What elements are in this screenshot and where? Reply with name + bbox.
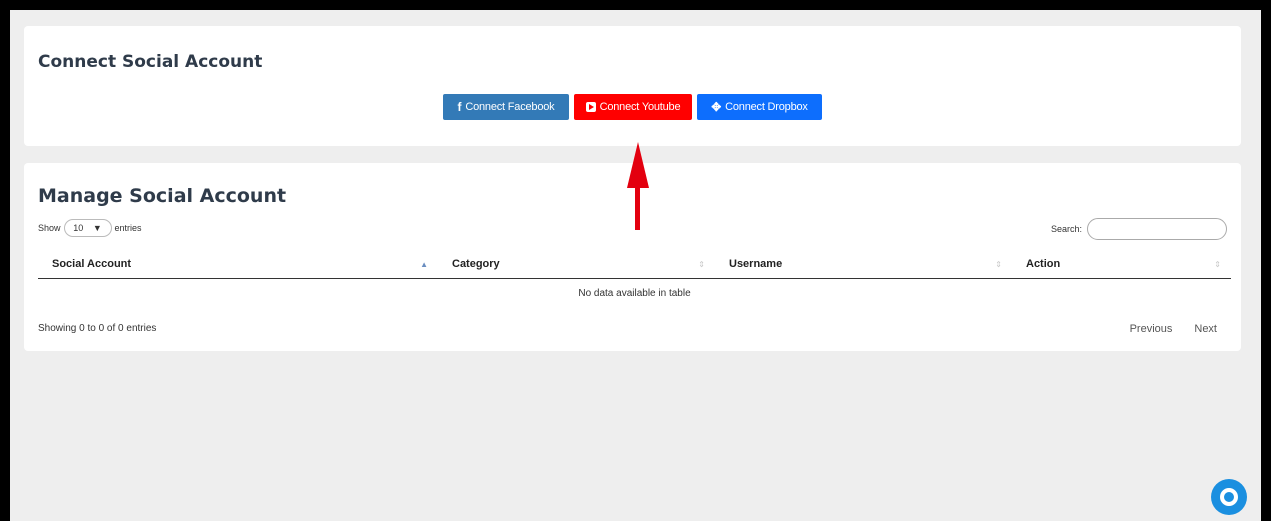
empty-table-message: No data available in table: [578, 287, 691, 299]
pagination: Previous Next: [1130, 323, 1217, 335]
page-length-value: 10: [73, 223, 84, 233]
column-header-action[interactable]: Action ⇕: [1012, 250, 1231, 278]
column-label: Social Account: [52, 258, 132, 270]
sort-icon: ⇕: [1214, 259, 1221, 269]
annotation-arrow-head: [627, 142, 649, 188]
connect-section-title: Connect Social Account: [38, 52, 263, 72]
dropbox-icon: ✥: [711, 100, 722, 114]
help-button[interactable]: [1211, 479, 1247, 515]
table-search: Search:: [1051, 218, 1227, 240]
column-header-social-account[interactable]: Social Account ▲: [38, 250, 438, 278]
previous-page-button[interactable]: Previous: [1130, 323, 1173, 335]
table-header-row: Social Account ▲ Category ⇕ Username ⇕ A…: [38, 250, 1231, 279]
connect-facebook-button[interactable]: f Connect Facebook: [443, 94, 569, 120]
lifebuoy-icon: [1220, 488, 1238, 506]
connect-youtube-label: Connect Youtube: [599, 101, 681, 113]
sort-icon: ⇕: [995, 259, 1002, 269]
page-length-control: Show 10 ▼ entries: [38, 219, 142, 237]
column-header-username[interactable]: Username ⇕: [715, 250, 1012, 278]
show-label: Show: [38, 223, 61, 233]
connect-dropbox-label: Connect Dropbox: [725, 101, 808, 113]
connect-youtube-button[interactable]: Connect Youtube: [574, 94, 692, 120]
column-label: Username: [729, 258, 783, 270]
facebook-icon: f: [457, 100, 462, 114]
column-header-category[interactable]: Category ⇕: [438, 250, 715, 278]
manage-social-account-card: Manage Social Account Show 10 ▼ entries …: [24, 163, 1241, 351]
connect-social-account-card: Connect Social Account f Connect Faceboo…: [24, 26, 1241, 146]
table-info: Showing 0 to 0 of 0 entries: [38, 323, 157, 334]
next-page-button[interactable]: Next: [1194, 323, 1217, 335]
chevron-down-icon: ▼: [92, 223, 102, 233]
connect-dropbox-button[interactable]: ✥ Connect Dropbox: [697, 94, 822, 120]
column-label: Category: [452, 258, 500, 270]
manage-section-title: Manage Social Account: [38, 185, 287, 207]
search-input[interactable]: [1087, 218, 1227, 240]
social-accounts-table: Social Account ▲ Category ⇕ Username ⇕ A…: [38, 250, 1231, 307]
page-frame: Connect Social Account f Connect Faceboo…: [10, 10, 1261, 521]
connect-facebook-label: Connect Facebook: [465, 101, 555, 113]
search-label: Search:: [1050, 224, 1082, 234]
annotation-arrow-shaft: [635, 186, 640, 230]
page-length-select[interactable]: 10 ▼: [63, 219, 112, 237]
column-label: Action: [1026, 258, 1061, 270]
entries-label: entries: [114, 223, 142, 233]
sort-icon: ⇕: [698, 259, 705, 269]
youtube-icon: [585, 102, 596, 112]
sort-ascending-icon: ▲: [420, 259, 428, 269]
